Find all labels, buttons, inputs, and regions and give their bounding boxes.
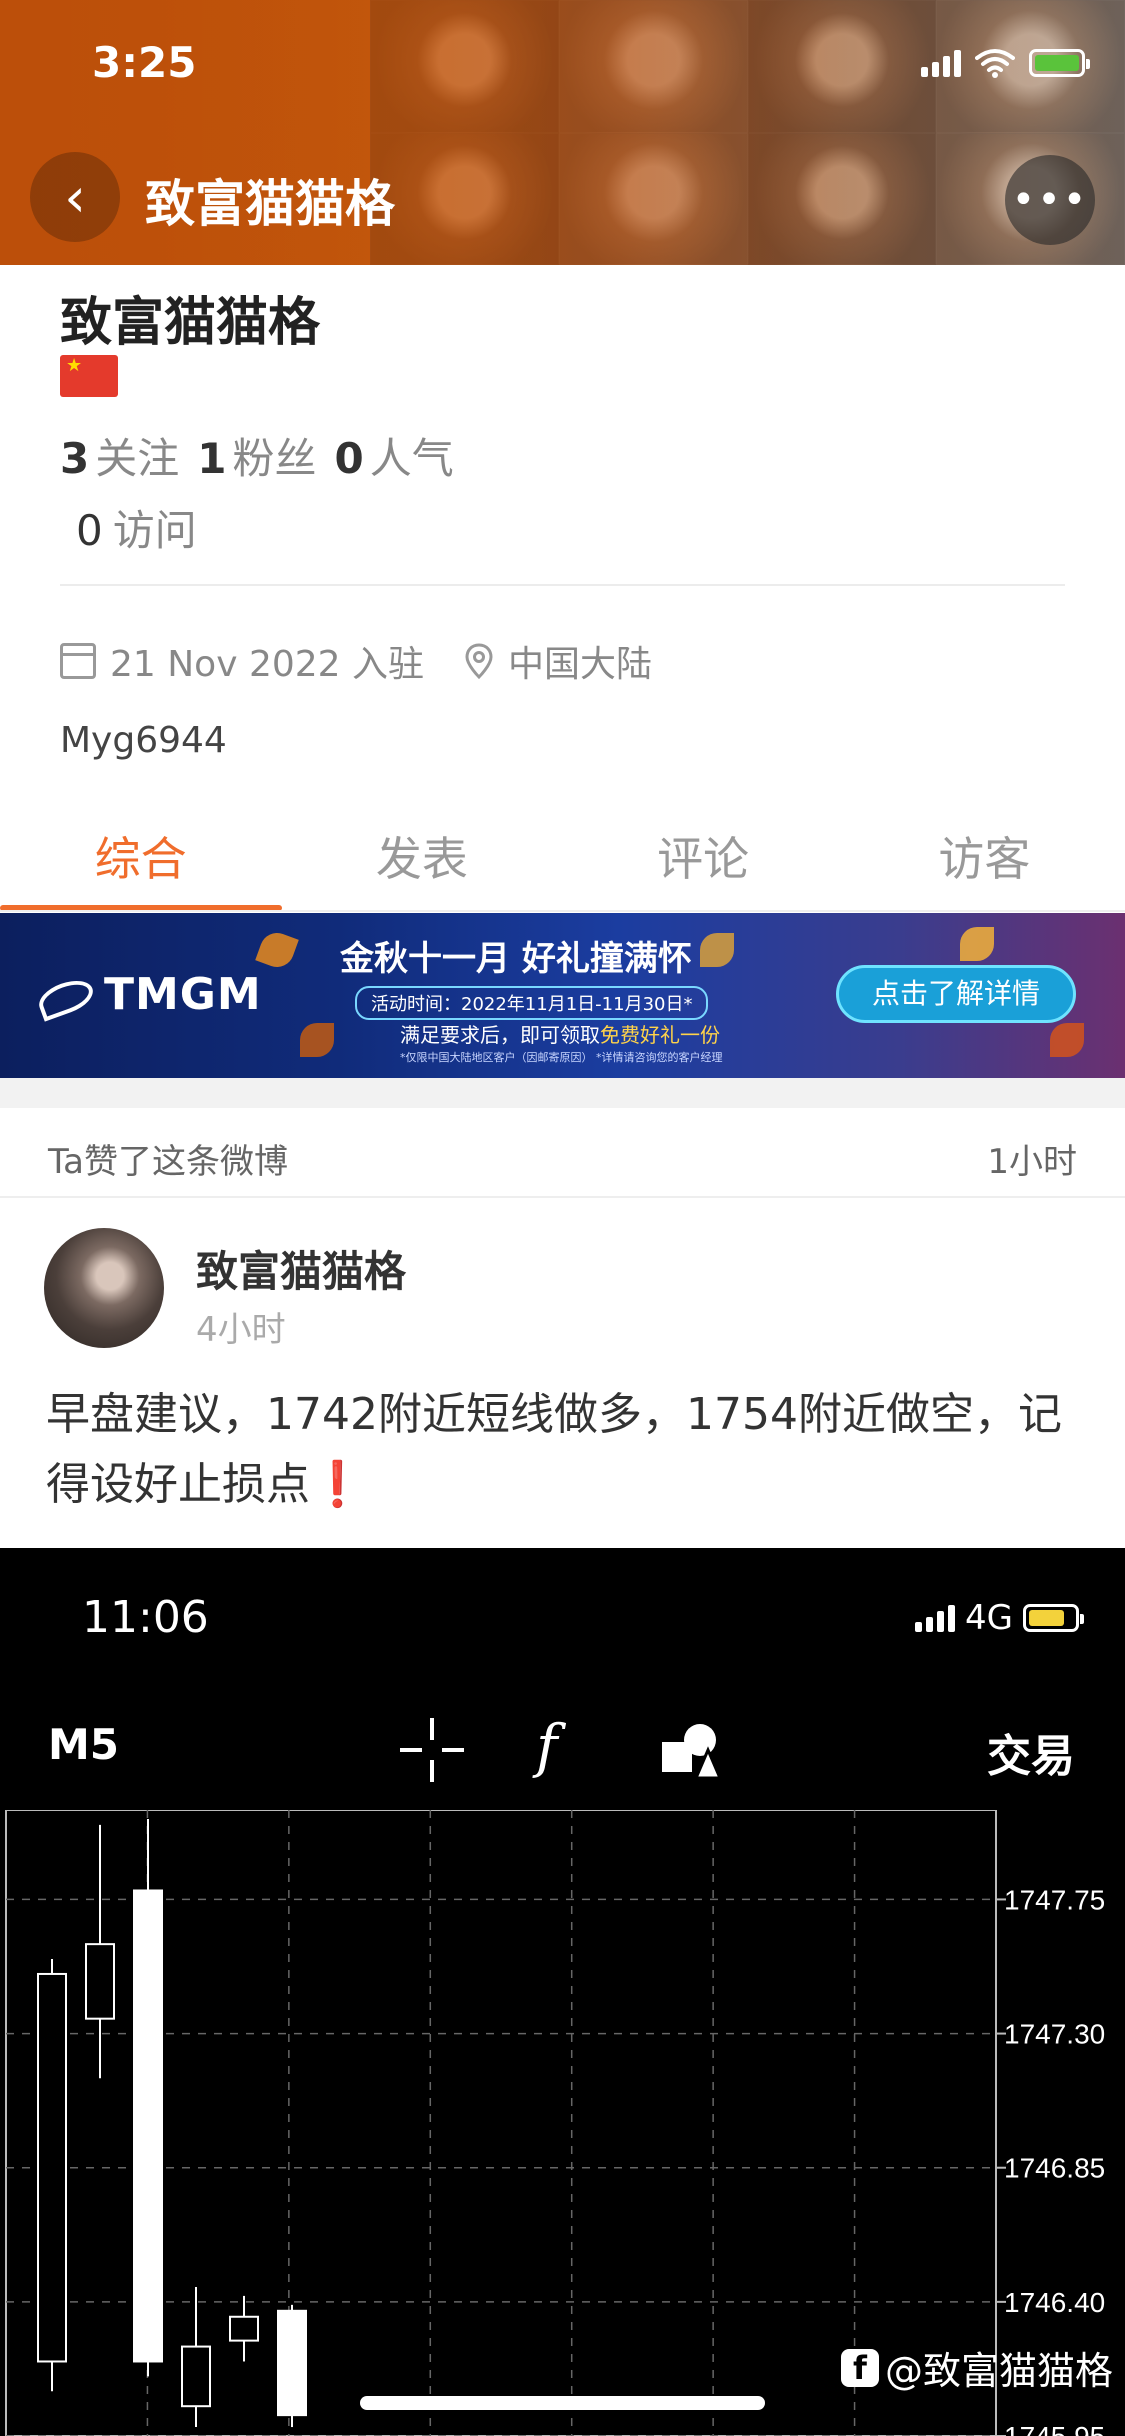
cellular-signal-icon bbox=[915, 1604, 956, 1632]
divider bbox=[60, 584, 1065, 586]
tab-posts[interactable]: 发表 bbox=[281, 805, 562, 910]
liked-time: 1小时 bbox=[987, 1142, 1077, 1182]
timeframe-button: M5 bbox=[48, 1720, 120, 1769]
section-gap bbox=[0, 1078, 1125, 1108]
liked-activity-row: Ta赞了这条微博 1小时 bbox=[0, 1108, 1125, 1198]
avatar[interactable] bbox=[44, 1228, 164, 1348]
post-image[interactable]: 11:06 4G M5 f 交易 1747.75 1747.30 1746.85 17… bbox=[0, 1548, 1125, 2436]
divider bbox=[0, 910, 1125, 912]
candle-body bbox=[37, 1972, 67, 2363]
tab-overview[interactable]: 综合 bbox=[0, 805, 281, 910]
profile-name: 致富猫猫格 bbox=[60, 293, 321, 353]
china-flag-icon: ★ bbox=[60, 355, 118, 397]
profile-tabs: 综合 发表 评论 访客 bbox=[0, 805, 1125, 910]
header-title: 致富猫猫格 bbox=[145, 175, 395, 233]
banner-offer: 满足要求后，即可领取免费好礼一份 bbox=[400, 1023, 720, 1047]
network-type: 4G bbox=[965, 1598, 1013, 1638]
cellular-signal-icon bbox=[921, 49, 961, 77]
y-tick-label: 1746.40 bbox=[1004, 2287, 1105, 2318]
back-button[interactable]: ‹ bbox=[30, 152, 120, 242]
y-tick-label: 1745.95 bbox=[1004, 2421, 1105, 2436]
candle-body bbox=[85, 1943, 115, 2020]
drawing-objects-icon bbox=[662, 1724, 722, 1780]
y-tick-label: 1747.30 bbox=[1004, 2019, 1105, 2050]
visits-stat[interactable]: 0 访问 bbox=[76, 497, 197, 558]
facebook-icon: f bbox=[840, 2348, 879, 2387]
y-tick-label: 1746.85 bbox=[1004, 2153, 1105, 2184]
candle-body bbox=[133, 1889, 163, 2363]
indicator-function-icon: f bbox=[536, 1712, 558, 1780]
ad-banner[interactable]: TMGM 金秋十一月 好礼撞满怀 活动时间：2022年11月1日-11月30日*… bbox=[0, 913, 1125, 1078]
user-id: Myg6944 bbox=[60, 720, 227, 761]
post-time: 4小时 bbox=[196, 1310, 286, 1350]
wifi-icon bbox=[975, 49, 1015, 78]
post-author[interactable]: 致富猫猫格 bbox=[196, 1238, 406, 1299]
banner-period: 活动时间：2022年11月1日-11月30日* bbox=[355, 986, 709, 1020]
embedded-status-icons: 4G bbox=[915, 1598, 1084, 1638]
more-options-button[interactable]: ••• bbox=[1005, 155, 1095, 245]
crosshair-icon bbox=[400, 1718, 464, 1782]
profile-meta: 21 Nov 2022 入驻 中国大陆 bbox=[60, 635, 652, 687]
profile-header: 3:25 ‹ 致富猫猫格 ••• bbox=[0, 0, 1125, 265]
banner-headline: 金秋十一月 好礼撞满怀 bbox=[340, 939, 692, 979]
location: 中国大陆 bbox=[508, 644, 653, 685]
tmgm-logo: TMGM bbox=[34, 969, 262, 1022]
y-tick-label: 1747.75 bbox=[1004, 1884, 1105, 1915]
chart-toolbar: M5 f 交易 bbox=[0, 1698, 1125, 1798]
battery-icon bbox=[1023, 1604, 1084, 1632]
banner-fine-print: *仅限中国大陆地区客户（因邮寄原因） *详情请咨询您的客户经理 bbox=[400, 1051, 723, 1064]
more-icon: ••• bbox=[1011, 177, 1089, 223]
candle-body bbox=[229, 2315, 259, 2342]
chevron-left-icon: ‹ bbox=[64, 165, 86, 229]
status-time: 3:25 bbox=[92, 38, 197, 87]
join-date: 21 Nov 2022 入驻 bbox=[110, 644, 425, 685]
location-pin-icon bbox=[465, 643, 493, 679]
post-text[interactable]: 早盘建议，1742附近短线做多，1754附近做空，记得设好止损点❗ bbox=[46, 1380, 1086, 1520]
home-indicator bbox=[360, 2396, 765, 2410]
calendar-icon bbox=[60, 643, 96, 679]
battery-charging-icon bbox=[1029, 49, 1090, 77]
following-stat[interactable]: 3 关注 bbox=[60, 425, 179, 486]
exclamation-icon: ❗ bbox=[310, 1459, 365, 1510]
tab-comments[interactable]: 评论 bbox=[563, 805, 844, 910]
tab-visitors[interactable]: 访客 bbox=[844, 805, 1125, 910]
candle-body bbox=[277, 2309, 307, 2417]
banner-cta-button[interactable]: 点击了解详情 bbox=[836, 965, 1076, 1023]
candle-body bbox=[181, 2345, 211, 2408]
trade-button: 交易 bbox=[987, 1731, 1075, 1782]
status-icons bbox=[921, 48, 1090, 78]
liked-text: Ta赞了这条微博 bbox=[48, 1142, 288, 1182]
followers-stat[interactable]: 1 粉丝 bbox=[197, 425, 316, 486]
popularity-stat: 0 人气 bbox=[334, 434, 454, 483]
embedded-status-time: 11:06 bbox=[82, 1592, 209, 1643]
watermark: f @致富猫猫格 bbox=[840, 2340, 1113, 2395]
profile-stats: 3 关注 1 粉丝 0 人气 bbox=[60, 425, 454, 486]
